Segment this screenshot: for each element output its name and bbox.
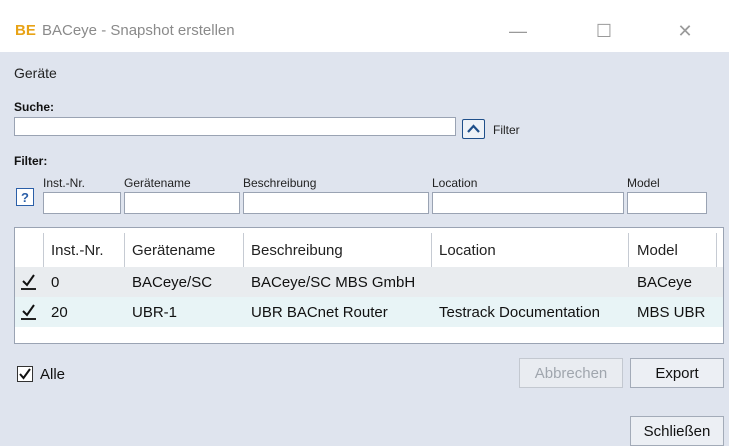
filter-col-label-inst: Inst.-Nr. — [43, 176, 86, 190]
row-checkbox[interactable] — [21, 297, 36, 327]
column-divider — [243, 233, 244, 267]
filter-description-input[interactable] — [243, 192, 429, 214]
cell-description: BACeye/SC MBS GmbH — [251, 273, 416, 291]
window-title: BACeye - Snapshot erstellen — [42, 22, 235, 39]
help-icon[interactable]: ? — [16, 188, 34, 206]
cell-name: BACeye/SC — [132, 273, 213, 291]
dialog-content: Geräte Suche: Filter Filter: Inst.-Nr. G… — [0, 52, 729, 446]
column-header-name[interactable]: Gerätename — [132, 233, 215, 267]
device-table: Inst.-Nr. Gerätename Beschreibung Locati… — [14, 227, 724, 344]
column-divider — [716, 233, 717, 267]
filter-col-label-description: Beschreibung — [243, 176, 317, 190]
checkmark-icon — [21, 303, 36, 320]
export-button[interactable]: Export — [630, 358, 724, 388]
filter-col-label-model: Model — [627, 176, 660, 190]
close-window-button[interactable]: ✕ — [665, 18, 705, 44]
app-logo: BE — [15, 22, 36, 39]
column-header-location[interactable]: Location — [439, 233, 496, 267]
filter-toggle-button[interactable] — [462, 119, 485, 139]
minimize-button[interactable]: — — [498, 18, 538, 44]
column-header-description[interactable]: Beschreibung — [251, 233, 343, 267]
cell-name: UBR-1 — [132, 303, 178, 321]
column-divider — [43, 233, 44, 267]
filter-model-input[interactable] — [627, 192, 707, 214]
cancel-button[interactable]: Abbrechen — [519, 358, 623, 388]
column-header-model[interactable]: Model — [637, 233, 678, 267]
table-row[interactable]: 0 BACeye/SC BACeye/SC MBS GmbH BACeye — [15, 267, 723, 297]
column-header-inst[interactable]: Inst.-Nr. — [51, 233, 104, 267]
checkmark-icon — [19, 368, 31, 380]
filter-name-input[interactable] — [124, 192, 240, 214]
filter-col-label-location: Location — [432, 176, 478, 190]
cell-description: UBR BACnet Router — [251, 303, 388, 321]
column-divider — [628, 233, 629, 267]
filter-label: Filter: — [14, 154, 48, 168]
devices-heading: Geräte — [14, 65, 57, 81]
cell-model: BACeye — [637, 273, 693, 291]
app-window: BE BACeye - Snapshot erstellen — ☐ ✕ Ger… — [0, 0, 729, 446]
cell-inst: 20 — [51, 303, 68, 321]
select-all-label[interactable]: Alle — [40, 366, 65, 383]
filter-inst-input[interactable] — [43, 192, 121, 214]
table-row[interactable]: 20 UBR-1 UBR BACnet Router Testrack Docu… — [15, 297, 723, 327]
table-header-row: Inst.-Nr. Gerätename Beschreibung Locati… — [15, 233, 723, 267]
title-bar: BE BACeye - Snapshot erstellen — ☐ ✕ — [0, 0, 729, 52]
select-all-checkbox[interactable] — [17, 366, 33, 382]
column-divider — [124, 233, 125, 267]
chevron-up-icon — [467, 124, 480, 133]
filter-toggle-label: Filter — [493, 123, 520, 137]
cell-inst: 0 — [51, 273, 60, 291]
checkmark-icon — [21, 273, 36, 290]
cell-location: Testrack Documentation — [439, 303, 600, 321]
maximize-button[interactable]: ☐ — [584, 18, 624, 44]
close-button[interactable]: Schließen — [630, 416, 724, 446]
search-label: Suche: — [14, 100, 55, 114]
filter-location-input[interactable] — [432, 192, 624, 214]
column-divider — [431, 233, 432, 267]
filter-col-label-name: Gerätename — [124, 176, 191, 190]
cell-model: MBS UBR — [637, 303, 706, 321]
search-input[interactable] — [14, 117, 456, 136]
row-checkbox[interactable] — [21, 267, 36, 297]
